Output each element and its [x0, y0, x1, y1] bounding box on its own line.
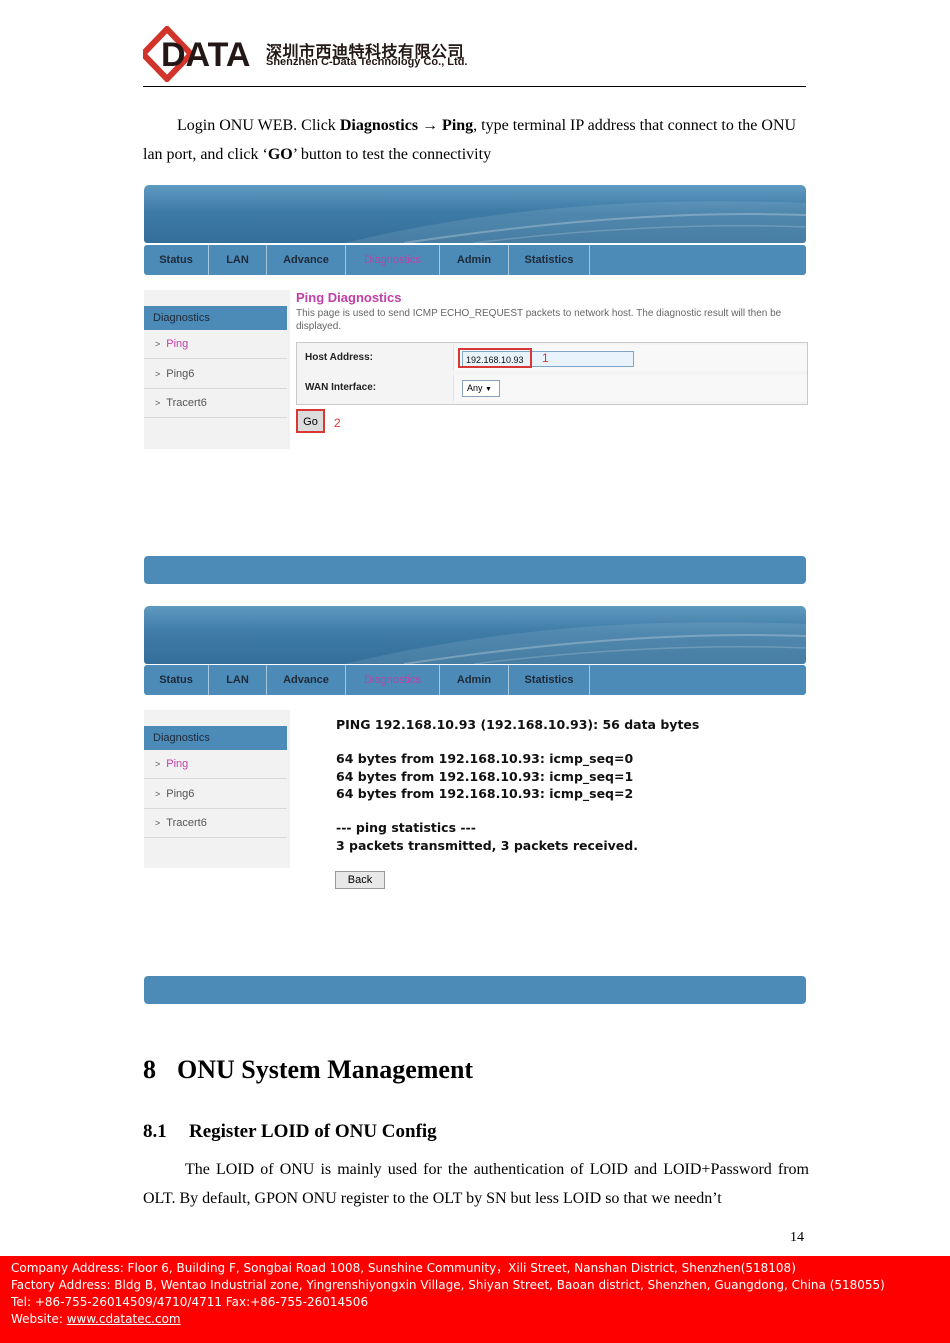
header-divider [143, 86, 806, 87]
ping-reply-line: 64 bytes from 192.168.10.93: icmp_seq=1 [336, 769, 634, 784]
router-banner [144, 185, 806, 243]
nav-admin[interactable]: Admin [440, 245, 509, 275]
ping-result-header: PING 192.168.10.93 (192.168.10.93): 56 d… [336, 717, 700, 732]
nav-admin[interactable]: Admin [440, 665, 509, 695]
company-name-en: Shenzhen C-Data Technology Co., Ltd. [266, 56, 468, 68]
ping-statistics-heading: --- ping statistics --- [336, 820, 476, 835]
sidebar-title: Diagnostics [144, 726, 287, 750]
sidebar-title: Diagnostics [144, 306, 287, 330]
host-address-row: Host Address: 192.168.10.93 [298, 344, 807, 372]
nav-status[interactable]: Status [144, 245, 209, 275]
company-footer: Company Address: Floor 6, Building F, So… [0, 1256, 950, 1343]
section-8-heading: 8 ONU System Management [143, 1055, 474, 1084]
website-line: Website: www.cdatatec.com [11, 1312, 181, 1326]
router-banner [144, 606, 806, 664]
router-navbar: Status LAN Advance Diagnostics Admin Sta… [144, 665, 806, 695]
company-logo: DATA [138, 24, 263, 84]
factory-address: Factory Address: Bldg B, Wentao Industri… [11, 1278, 885, 1292]
ping-statistics-summary: 3 packets transmitted, 3 packets receive… [336, 838, 638, 853]
sidebar-item-tracert6[interactable]: > Tracert6 [144, 389, 287, 418]
sidebar-item-ping6[interactable]: > Ping6 [144, 360, 287, 389]
nav-lan[interactable]: LAN [209, 665, 267, 695]
nav-diagnostics[interactable]: Diagnostics [346, 245, 440, 275]
chevron-right-icon: > [155, 789, 161, 799]
logo-wordmark: DATA [161, 36, 250, 74]
host-highlight-box [458, 348, 532, 368]
wan-interface-row: WAN Interface: Any ▼ [298, 374, 807, 402]
wan-interface-label: WAN Interface: [305, 382, 377, 393]
ping-reply-line: 64 bytes from 192.168.10.93: icmp_seq=0 [336, 751, 634, 766]
router-footer-bar [144, 556, 806, 584]
ping-form-table: Host Address: 192.168.10.93 WAN Interfac… [296, 342, 808, 405]
ping-diagnostics-title: Ping Diagnostics [296, 290, 402, 305]
go-button[interactable]: Go [296, 409, 325, 433]
ping-reply-line: 64 bytes from 192.168.10.93: icmp_seq=2 [336, 786, 634, 801]
ping-description: This page is used to send ICMP ECHO_REQU… [296, 308, 782, 332]
wan-interface-select[interactable]: Any ▼ [462, 380, 500, 397]
chevron-right-icon: > [155, 759, 161, 769]
marker-1: 1 [542, 351, 549, 365]
dropdown-arrow-icon: ▼ [485, 386, 492, 393]
back-button[interactable]: Back [335, 871, 385, 889]
marker-2: 2 [334, 416, 341, 430]
sidebar-item-ping[interactable]: > Ping [144, 750, 287, 779]
section-8-1-heading: 8.1 Register LOID of ONU Config [143, 1121, 437, 1142]
nav-advance[interactable]: Advance [267, 245, 346, 275]
company-address: Company Address: Floor 6, Building F, So… [11, 1261, 796, 1275]
nav-statistics[interactable]: Statistics [509, 665, 590, 695]
chevron-right-icon: > [155, 818, 161, 828]
contact-phone: Tel: +86-755-26014509/4710/4711 Fax:+86-… [11, 1295, 369, 1309]
nav-lan[interactable]: LAN [209, 245, 267, 275]
loid-paragraph: The LOID of ONU is mainly used for the a… [143, 1161, 809, 1207]
chevron-right-icon: > [155, 398, 161, 408]
sidebar-item-ping6[interactable]: > Ping6 [144, 780, 287, 809]
nav-statistics[interactable]: Statistics [509, 245, 590, 275]
nav-advance[interactable]: Advance [267, 665, 346, 695]
router-footer-bar [144, 976, 806, 1004]
chevron-right-icon: > [155, 369, 161, 379]
host-address-label: Host Address: [305, 352, 373, 363]
chevron-right-icon: > [155, 339, 161, 349]
diagnostics-sidebar: Diagnostics > Ping > Ping6 > Tracert6 [144, 710, 290, 868]
sidebar-item-ping[interactable]: > Ping [144, 330, 287, 359]
nav-status[interactable]: Status [144, 665, 209, 695]
nav-diagnostics[interactable]: Diagnostics [346, 665, 440, 695]
sidebar-item-tracert6[interactable]: > Tracert6 [144, 809, 287, 838]
page-number: 14 [790, 1230, 804, 1245]
website-link[interactable]: www.cdatatec.com [67, 1312, 181, 1326]
router-navbar: Status LAN Advance Diagnostics Admin Sta… [144, 245, 806, 275]
intro-paragraph: Login ONU WEB. Click Diagnostics → Ping,… [143, 117, 797, 163]
diagnostics-sidebar: Diagnostics > Ping > Ping6 > Tracert6 [144, 290, 290, 449]
